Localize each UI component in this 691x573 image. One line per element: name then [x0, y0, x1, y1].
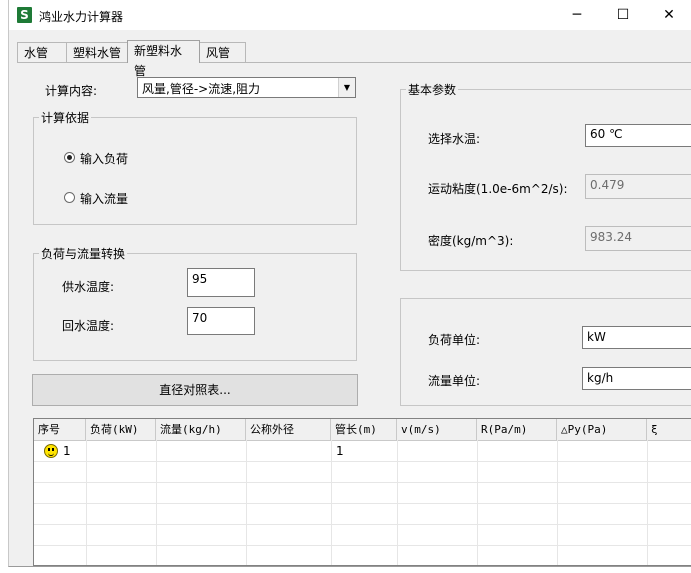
flow-unit-label: 流量单位:: [428, 374, 481, 388]
maximize-button[interactable]: ☐: [600, 0, 646, 30]
app-logo-icon: S: [17, 7, 32, 23]
col-header-index[interactable]: 序号: [34, 419, 86, 440]
col-header-length[interactable]: 管长(m): [331, 419, 397, 440]
basic-params-title: 基本参数: [406, 81, 459, 98]
col-header-xi[interactable]: ξ: [647, 419, 691, 440]
table-header: 序号 负荷(kW) 流量(kg/h) 公称外径 管长(m) v(m/s) R(P…: [34, 419, 691, 441]
close-button[interactable]: ✕: [646, 0, 691, 30]
col-header-pressure-drop[interactable]: △Py(Pa): [557, 419, 647, 440]
load-unit-value: kW: [587, 330, 606, 344]
diameter-table-button[interactable]: 直径对照表...: [32, 374, 358, 406]
col-header-diameter[interactable]: 公称外径: [246, 419, 331, 440]
minimize-button[interactable]: ─: [554, 0, 600, 30]
grid-line: [34, 545, 691, 546]
row-length-cell[interactable]: 1: [336, 444, 344, 458]
tab-new-plastic-pipe[interactable]: 新塑料水管: [127, 40, 200, 78]
col-header-load[interactable]: 负荷(kW): [86, 419, 156, 440]
grid-line: [34, 461, 691, 462]
radio-input-flow[interactable]: [64, 192, 75, 203]
density-field: 983.24: [585, 226, 691, 251]
viscosity-field: 0.479: [585, 174, 691, 199]
calc-content-value: 风量,管径->流速,阻力: [142, 82, 261, 96]
tab-plastic-pipe[interactable]: 塑料水管: [66, 42, 128, 62]
flow-unit-value: kg/h: [587, 371, 614, 385]
return-temp-label: 回水温度:: [62, 319, 115, 333]
row-index-cell[interactable]: 1: [63, 444, 71, 458]
window-title: 鸿业水力计算器: [39, 10, 124, 24]
flow-unit-select[interactable]: kg/h: [582, 367, 691, 390]
calc-basis-title: 计算依据: [39, 109, 92, 126]
col-header-velocity[interactable]: v(m/s): [397, 419, 477, 440]
grid-line: [34, 503, 691, 504]
radio-input-flow-label[interactable]: 输入流量: [80, 190, 128, 207]
supply-temp-input[interactable]: 95: [187, 268, 255, 297]
title-bar: S 鸿业水力计算器 ─ ☐ ✕: [9, 0, 691, 30]
chevron-down-icon[interactable]: ▼: [338, 78, 355, 97]
col-header-flow[interactable]: 流量(kg/h): [156, 419, 246, 440]
grid-line: [34, 482, 691, 483]
grid-line: [34, 524, 691, 525]
radio-input-load-label[interactable]: 输入负荷: [80, 150, 128, 167]
density-label: 密度(kg/m^3):: [428, 234, 514, 248]
calc-content-label: 计算内容:: [45, 84, 98, 98]
conversion-title: 负荷与流量转换: [39, 245, 128, 262]
load-unit-select[interactable]: kW: [582, 326, 691, 349]
smiley-icon: [44, 444, 58, 458]
load-unit-label: 负荷单位:: [428, 333, 481, 347]
tab-air-duct[interactable]: 风管: [199, 42, 246, 62]
water-temp-select[interactable]: 60 ℃: [585, 124, 691, 147]
app-window: S 鸿业水力计算器 ─ ☐ ✕ 水管 塑料水管 新塑料水管 风管 计算内容: 风…: [8, 0, 691, 567]
viscosity-label: 运动粘度(1.0e-6m^2/s):: [428, 182, 568, 196]
calc-content-select[interactable]: 风量,管径->流速,阻力 ▼: [137, 77, 356, 98]
results-table[interactable]: 序号 负荷(kW) 流量(kg/h) 公称外径 管长(m) v(m/s) R(P…: [33, 418, 691, 566]
calc-basis-group: [33, 117, 357, 225]
tab-water-pipe[interactable]: 水管: [17, 42, 67, 62]
water-temp-label: 选择水温:: [428, 132, 481, 146]
radio-input-load[interactable]: [64, 152, 75, 163]
col-header-r[interactable]: R(Pa/m): [477, 419, 557, 440]
supply-temp-label: 供水温度:: [62, 280, 115, 294]
return-temp-input[interactable]: 70: [187, 307, 255, 335]
